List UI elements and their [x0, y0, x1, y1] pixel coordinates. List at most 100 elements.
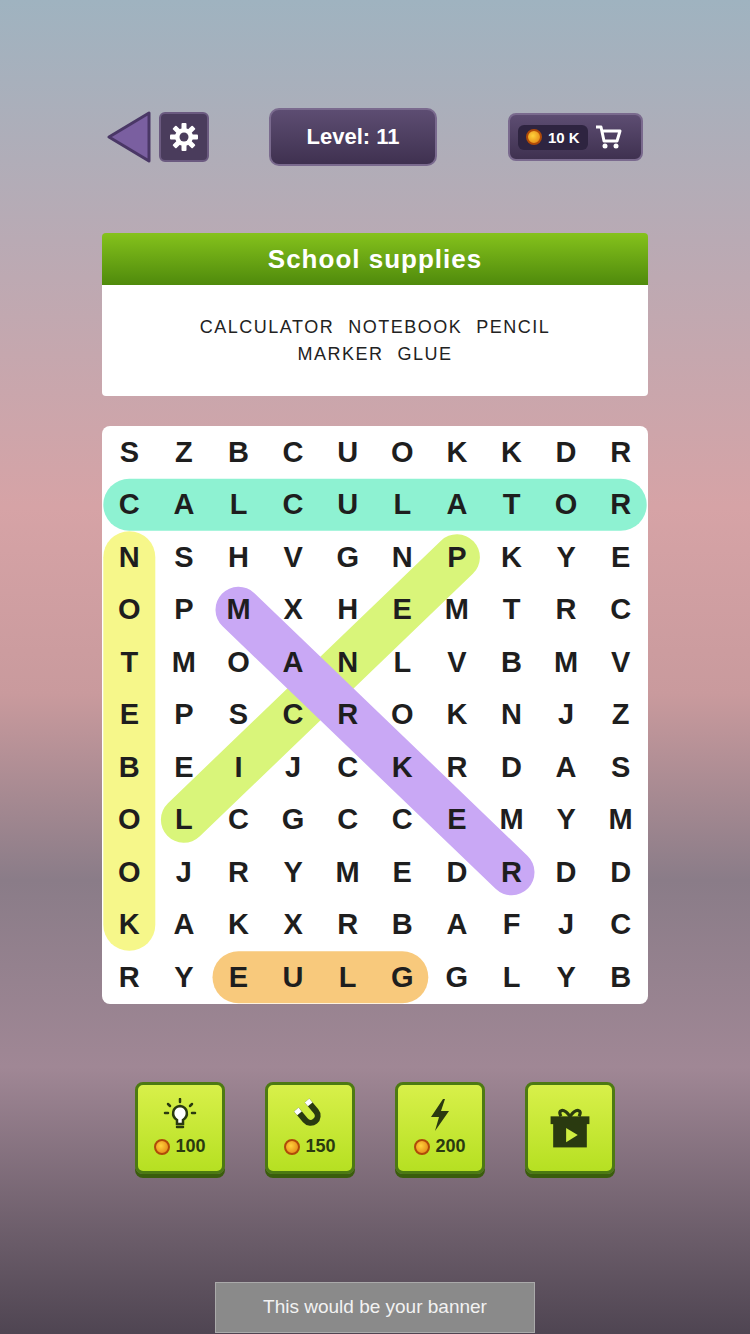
- letter-cell[interactable]: C: [593, 584, 648, 637]
- letter-cell[interactable]: P: [157, 584, 212, 637]
- letter-cell[interactable]: C: [266, 426, 321, 479]
- letter-cell[interactable]: V: [430, 636, 485, 689]
- letter-cell[interactable]: H: [320, 584, 375, 637]
- letter-cell[interactable]: R: [102, 951, 157, 1004]
- letter-cell[interactable]: O: [211, 636, 266, 689]
- letter-cell[interactable]: Z: [593, 689, 648, 742]
- letter-cell[interactable]: O: [102, 794, 157, 847]
- letter-cell[interactable]: Z: [157, 426, 212, 479]
- letter-cell[interactable]: A: [157, 899, 212, 952]
- letter-cell[interactable]: E: [102, 689, 157, 742]
- letter-cell[interactable]: B: [484, 636, 539, 689]
- letter-cell[interactable]: N: [320, 636, 375, 689]
- letter-cell[interactable]: S: [102, 426, 157, 479]
- letter-cell[interactable]: D: [539, 426, 594, 479]
- letter-cell[interactable]: R: [539, 584, 594, 637]
- letter-cell[interactable]: U: [320, 426, 375, 479]
- letter-cell[interactable]: S: [211, 689, 266, 742]
- letter-cell[interactable]: M: [211, 584, 266, 637]
- letter-cell[interactable]: B: [102, 741, 157, 794]
- letter-cell[interactable]: P: [157, 689, 212, 742]
- letter-cell[interactable]: S: [593, 741, 648, 794]
- letter-cell[interactable]: K: [211, 899, 266, 952]
- letter-cell[interactable]: C: [320, 794, 375, 847]
- letter-cell[interactable]: M: [539, 636, 594, 689]
- letter-cell[interactable]: C: [102, 479, 157, 532]
- letter-cell[interactable]: G: [320, 531, 375, 584]
- letter-cell[interactable]: A: [266, 636, 321, 689]
- letter-cell[interactable]: A: [157, 479, 212, 532]
- letter-cell[interactable]: E: [375, 846, 430, 899]
- letter-cell[interactable]: S: [157, 531, 212, 584]
- letter-cell[interactable]: A: [430, 479, 485, 532]
- letter-cell[interactable]: R: [320, 689, 375, 742]
- letter-cell[interactable]: J: [157, 846, 212, 899]
- letter-cell[interactable]: C: [375, 794, 430, 847]
- letter-cell[interactable]: U: [320, 479, 375, 532]
- letter-cell[interactable]: J: [539, 689, 594, 742]
- letter-cell[interactable]: U: [266, 951, 321, 1004]
- letter-cell[interactable]: N: [375, 531, 430, 584]
- letter-cell[interactable]: E: [211, 951, 266, 1004]
- letter-cell[interactable]: Y: [539, 951, 594, 1004]
- hint-button[interactable]: 100: [135, 1082, 225, 1174]
- letter-cell[interactable]: Y: [157, 951, 212, 1004]
- letter-cell[interactable]: R: [593, 479, 648, 532]
- letter-cell[interactable]: B: [211, 426, 266, 479]
- letter-cell[interactable]: O: [102, 846, 157, 899]
- letter-cell[interactable]: K: [430, 426, 485, 479]
- letter-cell[interactable]: Y: [539, 794, 594, 847]
- letter-cell[interactable]: O: [102, 584, 157, 637]
- letter-cell[interactable]: K: [484, 531, 539, 584]
- letter-cell[interactable]: H: [211, 531, 266, 584]
- letter-cell[interactable]: E: [430, 794, 485, 847]
- letter-cell[interactable]: C: [211, 794, 266, 847]
- letter-cell[interactable]: O: [375, 426, 430, 479]
- letter-cell[interactable]: G: [375, 951, 430, 1004]
- letter-cell[interactable]: D: [484, 741, 539, 794]
- magnet-button[interactable]: 150: [265, 1082, 355, 1174]
- letter-cell[interactable]: K: [430, 689, 485, 742]
- letter-cell[interactable]: E: [375, 584, 430, 637]
- letter-cell[interactable]: G: [266, 794, 321, 847]
- letter-cell[interactable]: E: [593, 531, 648, 584]
- letter-cell[interactable]: C: [593, 899, 648, 952]
- letter-cell[interactable]: A: [430, 899, 485, 952]
- letter-cell[interactable]: A: [539, 741, 594, 794]
- letter-cell[interactable]: M: [593, 794, 648, 847]
- letter-cell[interactable]: L: [484, 951, 539, 1004]
- letter-cell[interactable]: F: [484, 899, 539, 952]
- letter-cell[interactable]: K: [102, 899, 157, 952]
- letter-cell[interactable]: R: [211, 846, 266, 899]
- letter-cell[interactable]: L: [320, 951, 375, 1004]
- letter-cell[interactable]: C: [266, 689, 321, 742]
- letter-cell[interactable]: Y: [266, 846, 321, 899]
- letter-cell[interactable]: B: [375, 899, 430, 952]
- letter-cell[interactable]: O: [539, 479, 594, 532]
- letter-cell[interactable]: L: [375, 479, 430, 532]
- letter-cell[interactable]: V: [266, 531, 321, 584]
- letter-cell[interactable]: X: [266, 584, 321, 637]
- letter-cell[interactable]: R: [430, 741, 485, 794]
- letter-cell[interactable]: M: [157, 636, 212, 689]
- bolt-button[interactable]: 200: [395, 1082, 485, 1174]
- letter-cell[interactable]: M: [320, 846, 375, 899]
- letter-cell[interactable]: L: [157, 794, 212, 847]
- letter-cell[interactable]: R: [320, 899, 375, 952]
- letter-cell[interactable]: R: [593, 426, 648, 479]
- letter-cell[interactable]: J: [266, 741, 321, 794]
- letter-cell[interactable]: C: [266, 479, 321, 532]
- back-arrow-icon[interactable]: [107, 111, 151, 163]
- letter-cell[interactable]: K: [375, 741, 430, 794]
- ad-banner[interactable]: This would be your banner: [215, 1282, 535, 1333]
- coins-badge[interactable]: 10 K: [508, 113, 643, 161]
- letter-cell[interactable]: E: [157, 741, 212, 794]
- letter-cell[interactable]: C: [320, 741, 375, 794]
- letter-cell[interactable]: V: [593, 636, 648, 689]
- letter-cell[interactable]: G: [430, 951, 485, 1004]
- letter-cell[interactable]: T: [484, 479, 539, 532]
- letter-cell[interactable]: L: [375, 636, 430, 689]
- letter-cell[interactable]: B: [593, 951, 648, 1004]
- letter-cell[interactable]: K: [484, 426, 539, 479]
- letter-cell[interactable]: M: [430, 584, 485, 637]
